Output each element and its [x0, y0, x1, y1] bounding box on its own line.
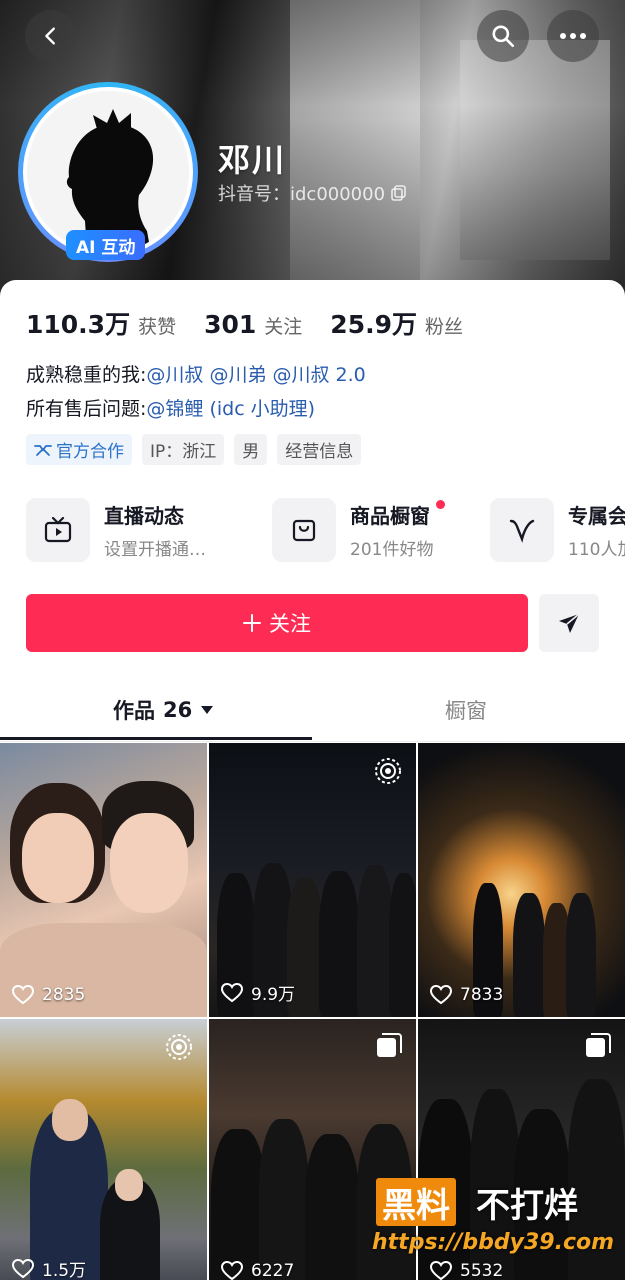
- bio-line-1: 成熟稳重的我:@川叔 @川弟 @川叔 2.0: [26, 360, 366, 387]
- tag-label: 官方合作: [56, 442, 124, 462]
- stat-label: 关注: [264, 316, 303, 338]
- follow-label: 关注: [269, 612, 311, 636]
- services-row: 直播动态 设置开播通… 商品橱窗 201件好物 专属会 110人加: [26, 497, 625, 563]
- tab-count: 26: [163, 698, 193, 722]
- stat-value: 301: [204, 310, 257, 339]
- live-record-icon: [166, 1034, 192, 1060]
- service-subtitle: 设置开播通…: [104, 540, 206, 560]
- caret-down-icon: [201, 706, 214, 714]
- service-title: 直播动态: [104, 504, 184, 528]
- bio-text: 成熟稳重的我:: [26, 364, 147, 386]
- back-button[interactable]: [25, 10, 77, 62]
- service-title: 商品橱窗: [350, 500, 446, 529]
- tv-play-icon: [44, 517, 72, 543]
- stats-row: 110.3万 获赞 301 关注 25.9万 粉丝: [26, 305, 491, 341]
- search-button[interactable]: [477, 10, 529, 62]
- handshake-icon: [34, 444, 52, 456]
- gender-tag: 男: [234, 434, 268, 465]
- watermark-text: 不打烊: [476, 1185, 578, 1226]
- service-subtitle: 201件好物: [350, 540, 434, 560]
- stat-label: 粉丝: [424, 316, 463, 338]
- video-thumbnail[interactable]: 7833: [418, 743, 625, 1017]
- plus-icon: [243, 614, 261, 632]
- tab-works[interactable]: 作品 26: [113, 684, 214, 736]
- more-dots-icon: [560, 33, 586, 39]
- watermark-box: 黑料: [376, 1178, 456, 1226]
- ip-location-tag: IP：浙江: [142, 434, 225, 465]
- tab-shop[interactable]: 橱窗: [445, 684, 487, 736]
- live-record-icon: [375, 758, 401, 784]
- v-badge-icon: [509, 519, 535, 543]
- video-thumbnail[interactable]: 9.9万: [209, 743, 416, 1017]
- content-tabs: 作品 26 橱窗: [0, 684, 625, 742]
- bio-text: 所有售后问题:: [26, 398, 147, 420]
- watermark-url: https://bbdy39.com: [372, 1230, 615, 1255]
- business-info-tag[interactable]: 经营信息: [277, 434, 362, 465]
- like-count: 7833: [430, 985, 503, 1005]
- tab-label: 作品: [113, 699, 155, 723]
- message-button[interactable]: [539, 594, 599, 652]
- ai-interact-badge[interactable]: AI 互动: [66, 230, 146, 260]
- bio-line-2: 所有售后问题:@锦鲤 (idc 小助理): [26, 394, 315, 421]
- service-title: 专属会: [568, 504, 625, 528]
- stat-following[interactable]: 301 关注: [204, 310, 302, 339]
- like-count: 1.5万: [12, 1256, 86, 1280]
- stat-likes[interactable]: 110.3万 获赞: [26, 305, 176, 341]
- tag-row: 官方合作 IP：浙江 男 经营信息: [26, 434, 362, 465]
- like-count: 9.9万: [221, 980, 295, 1005]
- follow-button[interactable]: 关注: [26, 594, 528, 652]
- shopping-bag-icon: [292, 519, 316, 542]
- stat-value: 25.9万: [330, 310, 417, 339]
- avatar-silhouette-icon: [27, 91, 189, 253]
- heart-icon: [221, 1261, 243, 1280]
- douyin-id: 抖音号：idc000000: [218, 184, 386, 205]
- stat-value: 110.3万: [26, 310, 131, 339]
- heart-icon: [12, 1258, 34, 1278]
- stat-label: 获赞: [138, 316, 177, 338]
- watermark: 黑料 不打烊 https://bbdy39.com: [372, 1172, 615, 1272]
- active-tab-indicator: [0, 737, 312, 740]
- copy-icon[interactable]: [391, 185, 407, 201]
- douyin-id-row[interactable]: 抖音号：idc000000: [218, 180, 407, 206]
- stat-followers[interactable]: 25.9万 粉丝: [330, 305, 463, 341]
- multi-image-icon: [586, 1033, 611, 1057]
- video-thumbnail[interactable]: 2835: [0, 743, 207, 1017]
- official-partner-tag[interactable]: 官方合作: [26, 434, 132, 465]
- heart-icon: [430, 985, 452, 1005]
- service-membership[interactable]: 专属会 110人加: [490, 497, 625, 563]
- bio-mentions[interactable]: @川叔 @川弟 @川叔 2.0: [146, 364, 365, 386]
- profile-name: 邓川: [218, 141, 287, 179]
- send-icon: [559, 613, 580, 633]
- more-button[interactable]: [547, 10, 599, 62]
- heart-icon: [12, 985, 34, 1005]
- service-shop[interactable]: 商品橱窗 201件好物: [272, 497, 446, 563]
- service-live[interactable]: 直播动态 设置开播通…: [26, 497, 206, 563]
- bio-mentions[interactable]: @锦鲤 (idc 小助理): [146, 398, 315, 420]
- video-thumbnail[interactable]: 1.5万: [0, 1019, 207, 1280]
- chevron-left-icon: [45, 27, 55, 45]
- search-icon: [492, 25, 515, 48]
- multi-image-icon: [377, 1033, 402, 1057]
- like-count: 2835: [12, 985, 85, 1005]
- notification-dot: [436, 500, 446, 509]
- heart-icon: [221, 982, 243, 1002]
- service-subtitle: 110人加: [568, 540, 625, 560]
- like-count: 6227: [221, 1261, 294, 1280]
